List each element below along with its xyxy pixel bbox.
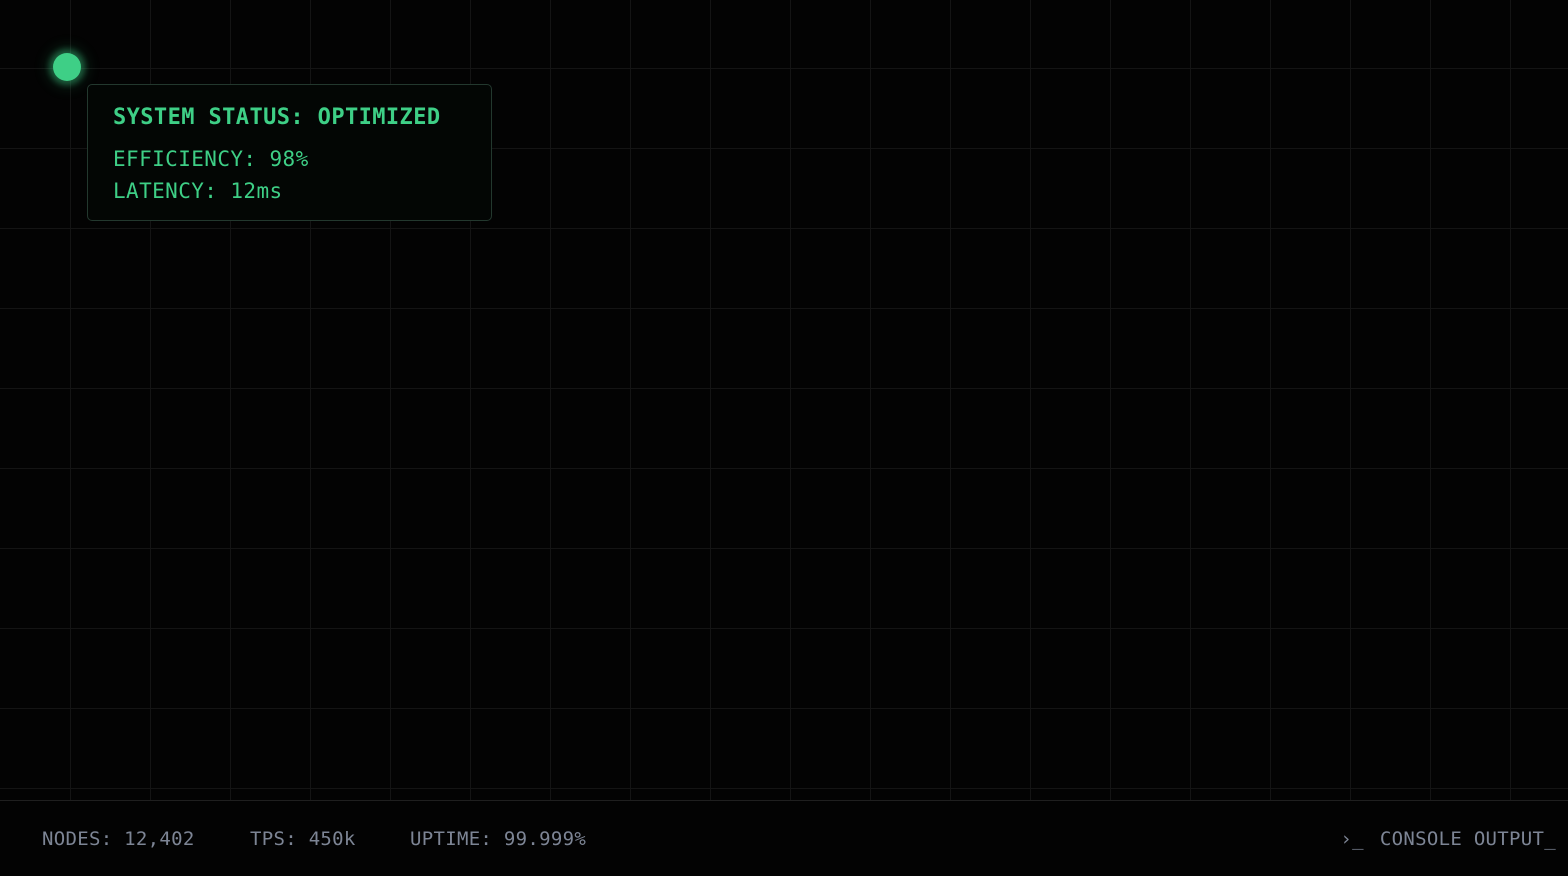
terminal-prompt-icon: ›_	[1340, 828, 1364, 850]
grid-canvas: SYSTEM STATUS: OPTIMIZED EFFICIENCY: 98%…	[0, 0, 1568, 800]
nodes-stat: NODES: 12,402	[42, 828, 195, 850]
tps-stat: TPS: 450k	[250, 828, 356, 850]
status-bar: NODES: 12,402 TPS: 450k UPTIME: 99.999% …	[0, 800, 1568, 876]
latency-readout: LATENCY: 12ms	[113, 179, 283, 203]
system-status-title: SYSTEM STATUS: OPTIMIZED	[113, 105, 441, 130]
status-indicator-dot[interactable]	[53, 53, 81, 81]
console-output-label: CONSOLE OUTPUT_	[1379, 828, 1556, 850]
system-status-tooltip: SYSTEM STATUS: OPTIMIZED EFFICIENCY: 98%…	[87, 84, 492, 221]
uptime-stat: UPTIME: 99.999%	[410, 828, 587, 850]
efficiency-readout: EFFICIENCY: 98%	[113, 147, 309, 171]
console-output-button[interactable]: ›_ CONSOLE OUTPUT_	[1340, 828, 1556, 850]
